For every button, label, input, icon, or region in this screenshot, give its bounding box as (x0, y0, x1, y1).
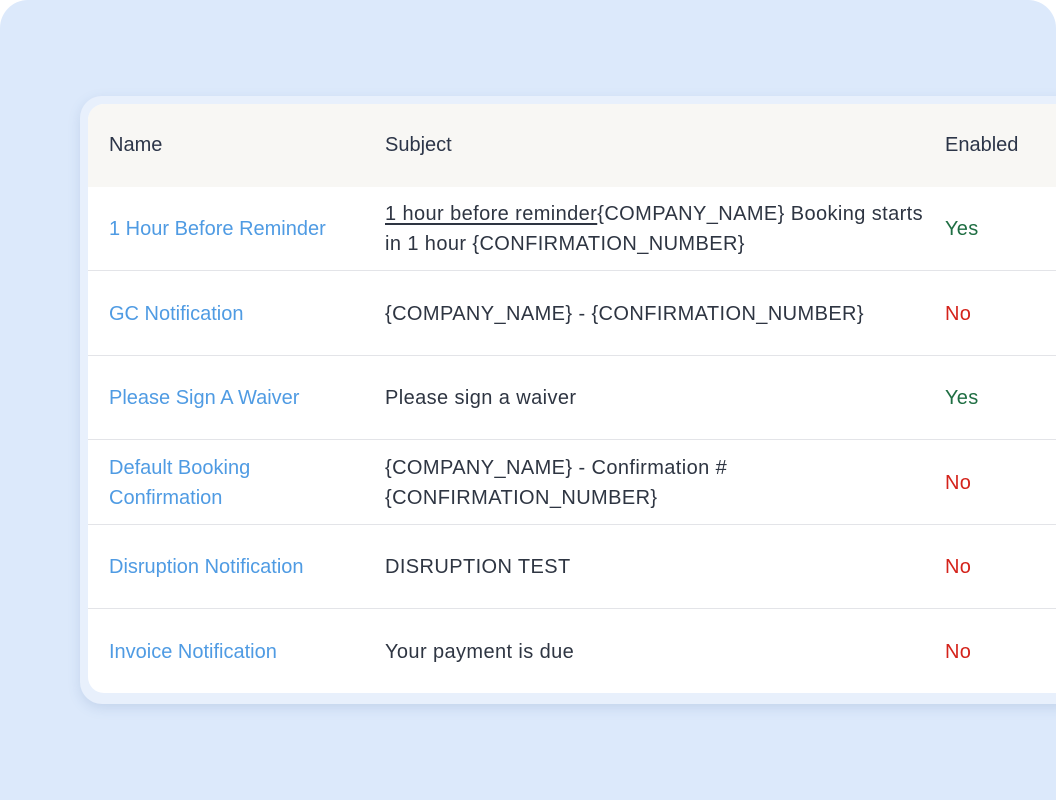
enabled-status: No (945, 303, 972, 325)
enabled-status: No (945, 472, 972, 494)
template-subject: {COMPANY_NAME} - Confirmation #{CONFIRMA… (385, 457, 728, 509)
email-templates-table: Name Subject Enabled 1 Hour Before Remin… (88, 104, 1056, 693)
template-name-link[interactable]: Please Sign A Waiver (109, 383, 299, 413)
table-row: Default Booking Confirmation {COMPANY_NA… (88, 441, 1056, 525)
template-name-link[interactable]: Disruption Notification (109, 552, 304, 582)
template-name-link[interactable]: GC Notification (109, 299, 244, 329)
table-row: GC Notification {COMPANY_NAME} - {CONFIR… (88, 272, 1056, 356)
page-background: Name Subject Enabled 1 Hour Before Remin… (0, 0, 1056, 800)
table-header: Name Subject Enabled (88, 104, 1056, 187)
enabled-status: Yes (945, 218, 979, 240)
template-subject: Your payment is due (385, 641, 575, 663)
template-subject: DISRUPTION TEST (385, 556, 571, 578)
template-name-link[interactable]: Invoice Notification (109, 637, 277, 667)
template-name-link[interactable]: Default Booking Confirmation (109, 453, 309, 513)
table-row: Please Sign A Waiver Please sign a waive… (88, 356, 1056, 440)
enabled-status: No (945, 556, 972, 578)
column-header-enabled[interactable]: Enabled (945, 104, 1018, 187)
template-subject: {COMPANY_NAME} - {CONFIRMATION_NUMBER} (385, 303, 864, 325)
table-row: Disruption Notification DISRUPTION TEST … (88, 525, 1056, 609)
subject-underlined-text: 1 hour before reminder (385, 203, 598, 225)
table-row: Invoice Notification Your payment is due… (88, 610, 1056, 693)
template-subject: 1 hour before reminder{COMPANY_NAME} Boo… (385, 199, 925, 259)
enabled-status: No (945, 641, 972, 663)
template-name-link[interactable]: 1 Hour Before Reminder (109, 214, 326, 244)
column-header-name[interactable]: Name (109, 104, 162, 187)
enabled-status: Yes (945, 387, 979, 409)
template-subject: Please sign a waiver (385, 387, 577, 409)
table-row: 1 Hour Before Reminder 1 hour before rem… (88, 187, 1056, 271)
column-header-subject[interactable]: Subject (385, 104, 452, 187)
